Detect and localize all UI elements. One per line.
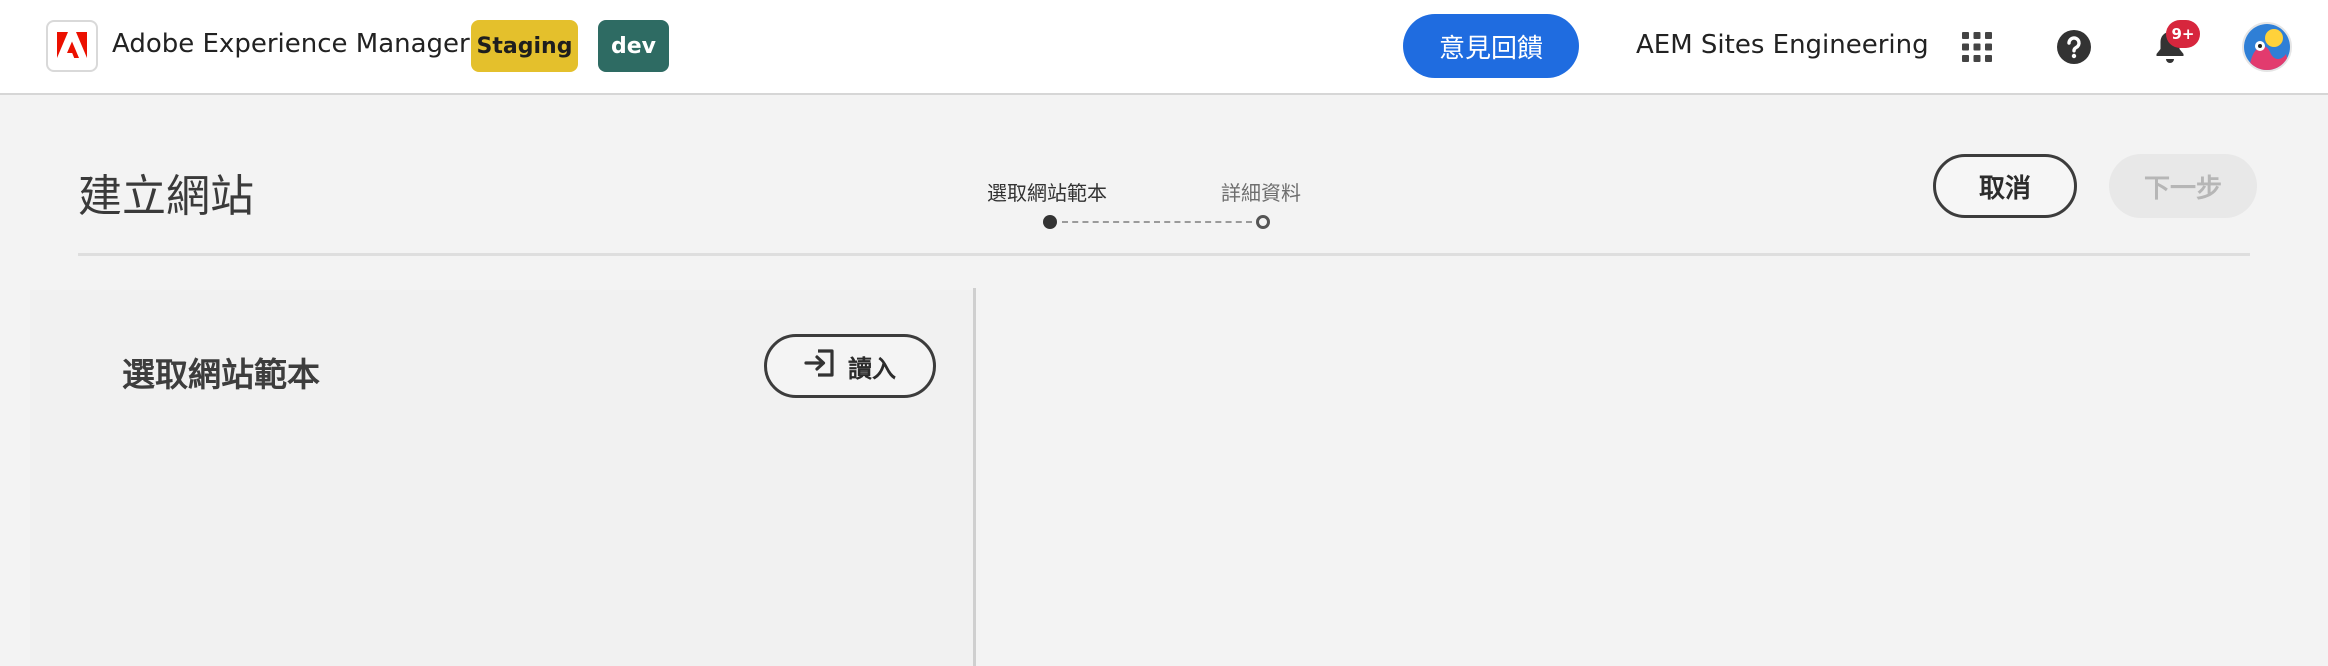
cancel-button[interactable]: 取消 (1933, 154, 2077, 218)
app-title[interactable]: Adobe Experience Manager (112, 29, 470, 59)
notification-count-badge: 9+ (2166, 20, 2200, 48)
help-icon[interactable] (2047, 20, 2101, 74)
page-title: 建立網站 (78, 171, 254, 222)
apps-grid-icon[interactable] (1950, 20, 2004, 74)
org-switcher[interactable]: AEM Sites Engineering (1636, 30, 1929, 60)
import-button[interactable]: 讀入 (764, 334, 936, 398)
env-badge-dev: dev (598, 20, 669, 72)
step-indicator-inactive (1256, 215, 1270, 229)
env-badge-staging: Staging (471, 20, 578, 72)
section-title: 選取網站範本 (122, 355, 320, 394)
step-progress-track (1062, 221, 1252, 223)
template-preview-panel (976, 288, 2328, 666)
step-label-details: 詳細資料 (1221, 181, 1301, 205)
header-divider (78, 253, 2250, 256)
feedback-button[interactable]: 意見回饋 (1403, 14, 1579, 78)
next-button[interactable]: 下一步 (2109, 154, 2257, 218)
import-icon (804, 348, 836, 384)
adobe-logo-icon[interactable] (46, 20, 98, 72)
step-label-select-template: 選取網站範本 (987, 181, 1107, 205)
top-nav-bar: Adobe Experience Manager Staging dev 意見回… (0, 0, 2328, 95)
step-indicator-active (1043, 215, 1057, 229)
avatar[interactable] (2242, 22, 2292, 72)
import-button-label: 讀入 (848, 354, 896, 383)
